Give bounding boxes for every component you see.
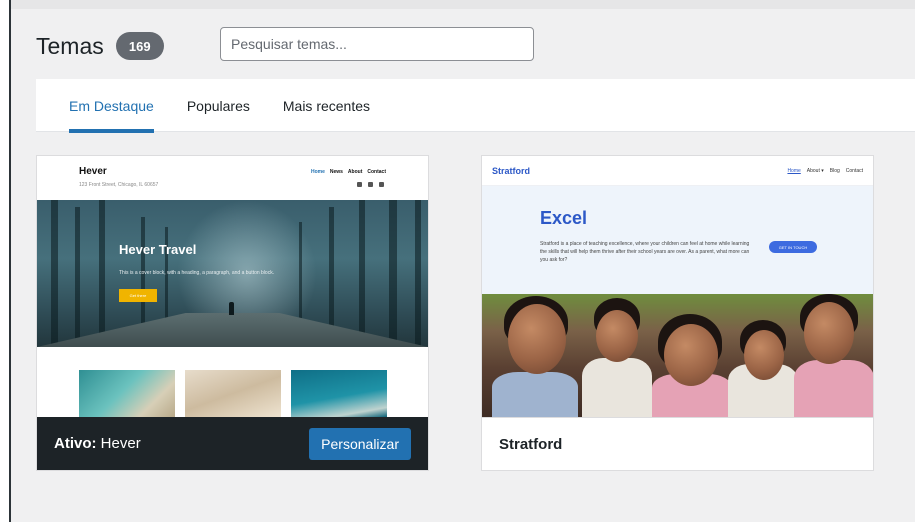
preview-nav-item: News [329, 169, 343, 175]
theme-name: Hever [100, 435, 141, 452]
preview-thumb-ocean [291, 370, 387, 417]
tree [389, 200, 397, 347]
preview-address: 123 Front Street, Chicago, IL 60657 [79, 182, 159, 188]
search-themes-input[interactable] [220, 27, 534, 61]
preview-hero-text: This is a cover block, with a heading, a… [119, 270, 275, 276]
tree [51, 200, 58, 347]
theme-card-hever[interactable]: Hever 123 Front Street, Chicago, IL 6065… [36, 155, 429, 471]
tree [75, 207, 80, 347]
preview-brand: Stratford [492, 166, 530, 176]
tree [359, 200, 365, 347]
theme-name-bar: Stratford [482, 417, 873, 470]
preview-nav-item: Home [787, 168, 801, 174]
preview-social-icons [357, 182, 384, 187]
tab-featured[interactable]: Em Destaque [56, 79, 167, 133]
walking-person [229, 302, 234, 315]
preview-nav-item: Blog [829, 168, 840, 174]
forest-path [37, 313, 428, 347]
theme-screenshot-stratford[interactable]: Stratford Home About ▾ Blog Contact Exce… [482, 156, 873, 417]
preview-nav-item: About ▾ [806, 168, 824, 174]
theme-card-stratford[interactable]: Stratford Home About ▾ Blog Contact Exce… [481, 155, 874, 471]
tab-latest[interactable]: Mais recentes [270, 79, 383, 132]
top-strip [11, 0, 915, 9]
facebook-icon [357, 182, 362, 187]
tab-popular[interactable]: Populares [174, 79, 263, 132]
preview-nav-item: Contact [367, 169, 386, 175]
preview-nav-item: Contact [845, 168, 863, 174]
preview-children-photo [482, 294, 873, 417]
admin-sidebar-edge [9, 0, 11, 522]
preview-nav-item: About [347, 169, 363, 175]
child-shirt [794, 360, 873, 417]
child-face [508, 304, 566, 374]
child-shirt [582, 358, 652, 417]
page-title: Temas [36, 32, 104, 59]
active-theme-bar: Ativo: Hever Personalizar [37, 417, 428, 470]
preview-hero-title: Hever Travel [119, 242, 197, 257]
tree [99, 200, 105, 347]
child-face [664, 324, 718, 386]
theme-filter-tabs: Em Destaque Populares Mais recentes [36, 79, 915, 133]
preview-hero-button: Get there [119, 289, 157, 302]
instagram-icon [368, 182, 373, 187]
active-prefix: Ativo: [54, 435, 97, 452]
preview-hero-title: Excel [540, 208, 588, 228]
preview-hero-button: GET IN TOUCH [769, 241, 817, 253]
tree [415, 200, 421, 347]
preview-thumb-beach [79, 370, 175, 417]
active-theme-label: Ativo: Hever [54, 435, 141, 452]
preview-nav-item: Home [310, 169, 325, 175]
theme-count-badge: 169 [115, 32, 164, 60]
preview-header: Stratford Home About ▾ Blog Contact [482, 156, 873, 186]
preview-hero-forest: Hever Travel This is a cover block, with… [37, 200, 428, 347]
child-shirt [492, 372, 578, 417]
link-icon [379, 182, 384, 187]
child-face [804, 302, 854, 364]
customize-button[interactable]: Personalizar [309, 428, 411, 460]
child-face [744, 330, 784, 380]
preview-nav: Home News About Contact [311, 169, 386, 175]
child-face [596, 310, 638, 362]
theme-name: Stratford [499, 435, 563, 453]
preview-brand: Hever [79, 166, 107, 177]
page-header: Temas 169 [36, 26, 164, 66]
preview-hero-text: Stratford is a place of teaching excelle… [540, 241, 750, 263]
theme-screenshot-hever[interactable]: Hever 123 Front Street, Chicago, IL 6065… [37, 156, 428, 417]
preview-thumb-sand [185, 370, 281, 417]
preview-hero: Excel Stratford is a place of teaching e… [482, 186, 873, 294]
preview-nav: Home About ▾ Blog Contact [787, 168, 863, 174]
